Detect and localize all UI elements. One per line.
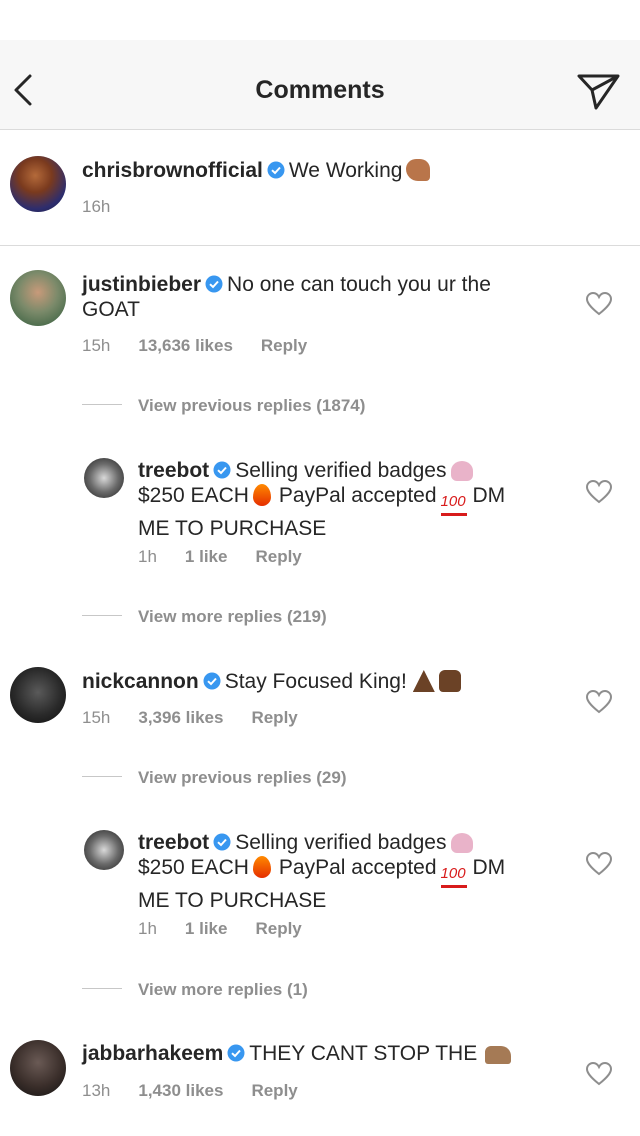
hundred-points-icon: 100 (440, 493, 467, 516)
reply-text: treebot Selling verified badges $250 EACH… (138, 830, 558, 913)
comments-header: Comments (0, 40, 640, 130)
reply-body: DM (472, 856, 506, 879)
reply-body: ME TO PURCHASE (138, 889, 327, 912)
reply-button[interactable]: Reply (255, 919, 301, 938)
like-count[interactable]: 13,636 likes (138, 336, 233, 355)
verified-badge-icon (205, 275, 223, 293)
like-count[interactable]: 1 like (185, 919, 228, 938)
avatar[interactable] (10, 667, 66, 723)
reply-username[interactable]: treebot (138, 831, 209, 854)
reply-meta: 1h 1 like Reply (138, 919, 330, 939)
person-raising-hands-icon (450, 461, 473, 481)
avatar[interactable] (84, 458, 124, 498)
comment-time: 15h (82, 708, 111, 727)
reply-username[interactable]: treebot (138, 459, 209, 482)
heart-outline-icon[interactable] (586, 852, 612, 876)
avatar[interactable] (84, 830, 124, 870)
like-count[interactable]: 1,430 likes (138, 1081, 223, 1100)
reply-body: Selling verified badges (235, 831, 447, 854)
comment-username[interactable]: nickcannon (82, 670, 199, 693)
avatar[interactable] (10, 156, 66, 212)
view-more-replies[interactable]: View more replies (1) (82, 980, 308, 1000)
caption-body: We Working (288, 159, 403, 182)
divider-line (82, 615, 122, 616)
flexed-biceps-icon (406, 159, 431, 181)
comment-meta: 15h 3,396 likes Reply (82, 708, 326, 728)
comment-body: No one can touch you ur the (227, 273, 491, 296)
reply-body: PayPal accepted (278, 484, 437, 507)
verified-badge-icon (267, 161, 285, 179)
comment-text: jabbarhakeem THEY CANT STOP THE (82, 1041, 552, 1066)
reply-body: PayPal accepted (278, 856, 437, 879)
reply-button[interactable]: Reply (255, 547, 301, 566)
divider-line (82, 988, 122, 989)
like-count[interactable]: 1 like (185, 547, 228, 566)
divider (0, 245, 640, 246)
view-more-label: View more replies (1) (138, 980, 308, 999)
comment-time: 13h (82, 1081, 111, 1100)
view-previous-replies[interactable]: View previous replies (29) (82, 768, 347, 788)
reply-button[interactable]: Reply (251, 708, 297, 727)
page-title: Comments (255, 76, 385, 104)
view-more-label: View more replies (219) (138, 607, 327, 626)
hundred-points-icon: 100 (440, 865, 467, 888)
view-previous-label: View previous replies (29) (138, 768, 347, 787)
heart-outline-icon[interactable] (586, 1062, 612, 1086)
comment-body: Stay Focused King! (224, 670, 407, 693)
reply-button[interactable]: Reply (261, 336, 307, 355)
verified-badge-icon (227, 1044, 245, 1062)
caption-time: 16h (82, 197, 111, 216)
comment-username[interactable]: justinbieber (82, 273, 201, 296)
caption-text: chrisbrownofficial We Working (82, 158, 582, 183)
reply-time: 1h (138, 547, 157, 566)
fire-icon (252, 856, 271, 878)
reply-body: $250 EACH (138, 484, 249, 507)
fire-icon (252, 484, 271, 506)
verified-badge-icon (203, 672, 221, 690)
reply-body: $250 EACH (138, 856, 249, 879)
divider-line (82, 776, 122, 777)
person-raising-hands-icon (450, 833, 473, 853)
reply-time: 1h (138, 919, 157, 938)
paper-plane-icon (577, 74, 620, 110)
heart-outline-icon[interactable] (586, 480, 612, 504)
folded-hands-icon (412, 670, 435, 692)
reply-meta: 1h 1 like Reply (138, 547, 330, 567)
raised-fist-icon (438, 670, 461, 692)
verified-badge-icon (213, 833, 231, 851)
view-previous-replies[interactable]: View previous replies (1874) (82, 396, 365, 416)
heart-outline-icon[interactable] (586, 690, 612, 714)
reply-body: DM (472, 484, 506, 507)
comment-body-cont: GOAT (82, 298, 140, 321)
comment-body: THEY CANT STOP THE (249, 1042, 478, 1065)
top-bar (0, 0, 640, 40)
goat-icon (485, 1046, 512, 1064)
reply-body: ME TO PURCHASE (138, 517, 327, 540)
reply-body: Selling verified badges (235, 459, 447, 482)
comment-username[interactable]: jabbarhakeem (82, 1042, 223, 1065)
avatar[interactable] (10, 1040, 66, 1096)
share-button[interactable] (576, 70, 622, 112)
verified-badge-icon (213, 461, 231, 479)
reply-text: treebot Selling verified badges $250 EACH… (138, 458, 558, 541)
caption-username[interactable]: chrisbrownofficial (82, 159, 263, 182)
heart-outline-icon[interactable] (586, 292, 612, 316)
reply-button[interactable]: Reply (251, 1081, 297, 1100)
like-count[interactable]: 3,396 likes (138, 708, 223, 727)
comment-time: 15h (82, 336, 111, 355)
comment-meta: 13h 1,430 likes Reply (82, 1081, 326, 1101)
avatar[interactable] (10, 270, 66, 326)
comment-text: nickcannon Stay Focused King! (82, 669, 552, 694)
comment-text: justinbieber No one can touch you ur the G… (82, 272, 552, 322)
comment-meta: 15h 13,636 likes Reply (82, 336, 335, 356)
view-more-replies[interactable]: View more replies (219) (82, 607, 327, 627)
divider-line (82, 404, 122, 405)
caption-meta: 16h (82, 197, 138, 217)
view-previous-label: View previous replies (1874) (138, 396, 366, 415)
